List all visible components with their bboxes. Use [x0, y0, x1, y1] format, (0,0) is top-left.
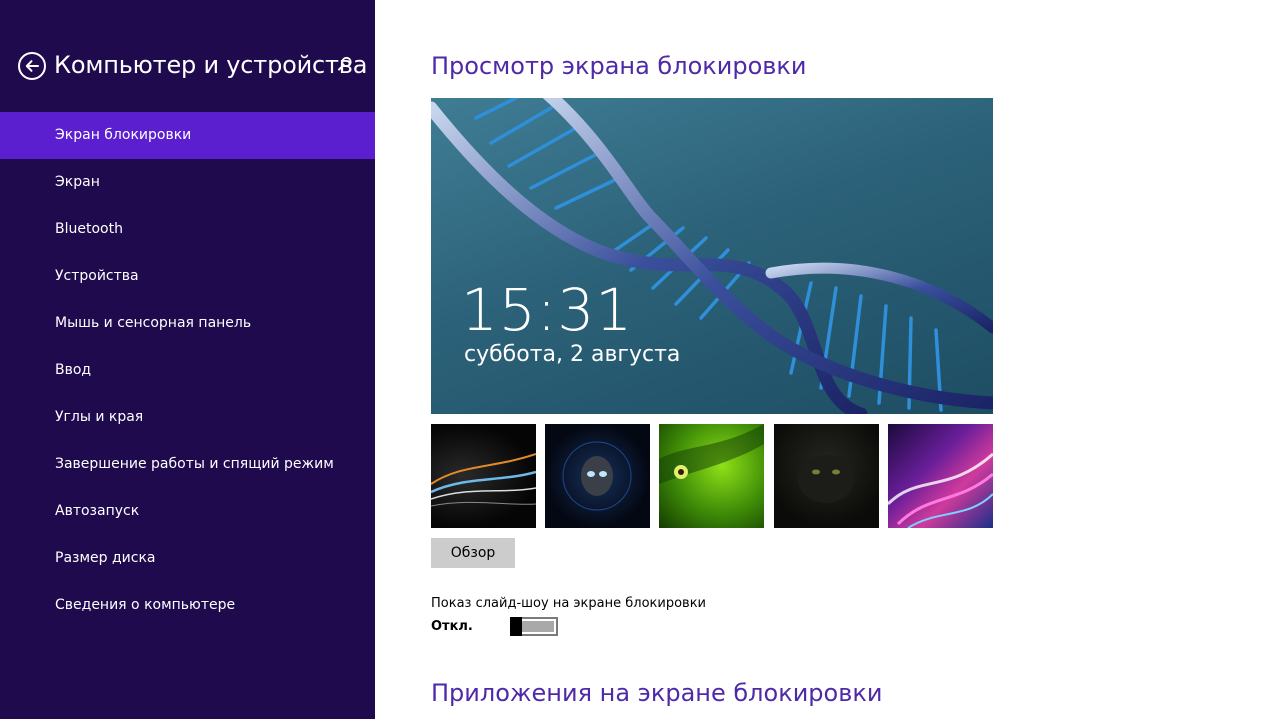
slideshow-toggle-state: Откл.: [431, 619, 473, 634]
sidebar-list: Экран блокировки Экран Bluetooth Устройс…: [0, 112, 375, 629]
sidebar-title: Компьютер и устройства: [54, 51, 368, 79]
wallpaper-thumbnail-5[interactable]: [888, 424, 993, 528]
slideshow-label: Показ слайд-шоу на экране блокировки: [431, 596, 706, 611]
browse-button[interactable]: Обзор: [431, 538, 515, 568]
sidebar: Компьютер и устройства Экран блокировки …: [0, 0, 375, 719]
slideshow-toggle[interactable]: [510, 617, 558, 636]
lock-screen-date: суббота, 2 августа: [464, 342, 681, 367]
toggle-thumb: [510, 617, 522, 636]
sidebar-item-corners-edges[interactable]: Углы и края: [0, 394, 375, 441]
sidebar-item-disk-space[interactable]: Размер диска: [0, 535, 375, 582]
sidebar-item-bluetooth[interactable]: Bluetooth: [0, 206, 375, 253]
sidebar-item-mouse-touchpad[interactable]: Мышь и сенсорная панель: [0, 300, 375, 347]
apps-section-title: Приложения на экране блокировки: [431, 679, 883, 707]
sidebar-item-autoplay[interactable]: Автозапуск: [0, 488, 375, 535]
back-button[interactable]: [18, 52, 46, 80]
wallpaper-thumbnails: [431, 424, 993, 528]
sidebar-item-power-sleep[interactable]: Завершение работы и спящий режим: [0, 441, 375, 488]
preview-section-title: Просмотр экрана блокировки: [431, 52, 807, 80]
wallpaper-thumbnail-4[interactable]: [774, 424, 879, 528]
search-icon: [338, 56, 352, 71]
wallpaper-thumbnail-1[interactable]: [431, 424, 536, 528]
sidebar-item-pc-info[interactable]: Сведения о компьютере: [0, 582, 375, 629]
wallpaper-thumbnail-3[interactable]: [659, 424, 764, 528]
lock-screen-preview: 15:31 суббота, 2 августа: [431, 98, 993, 414]
back-arrow-icon: [25, 60, 39, 72]
main-content: Просмотр экрана блокировки 15:31 суббота…: [431, 0, 1251, 719]
sidebar-item-display[interactable]: Экран: [0, 159, 375, 206]
wallpaper-thumbnail-2[interactable]: [545, 424, 650, 528]
search-button[interactable]: [337, 56, 357, 76]
sidebar-item-typing[interactable]: Ввод: [0, 347, 375, 394]
sidebar-header: Компьютер и устройства: [0, 44, 375, 90]
sidebar-item-lock-screen[interactable]: Экран блокировки: [0, 112, 375, 159]
sidebar-item-devices[interactable]: Устройства: [0, 253, 375, 300]
lock-screen-time: 15:31: [461, 276, 634, 344]
